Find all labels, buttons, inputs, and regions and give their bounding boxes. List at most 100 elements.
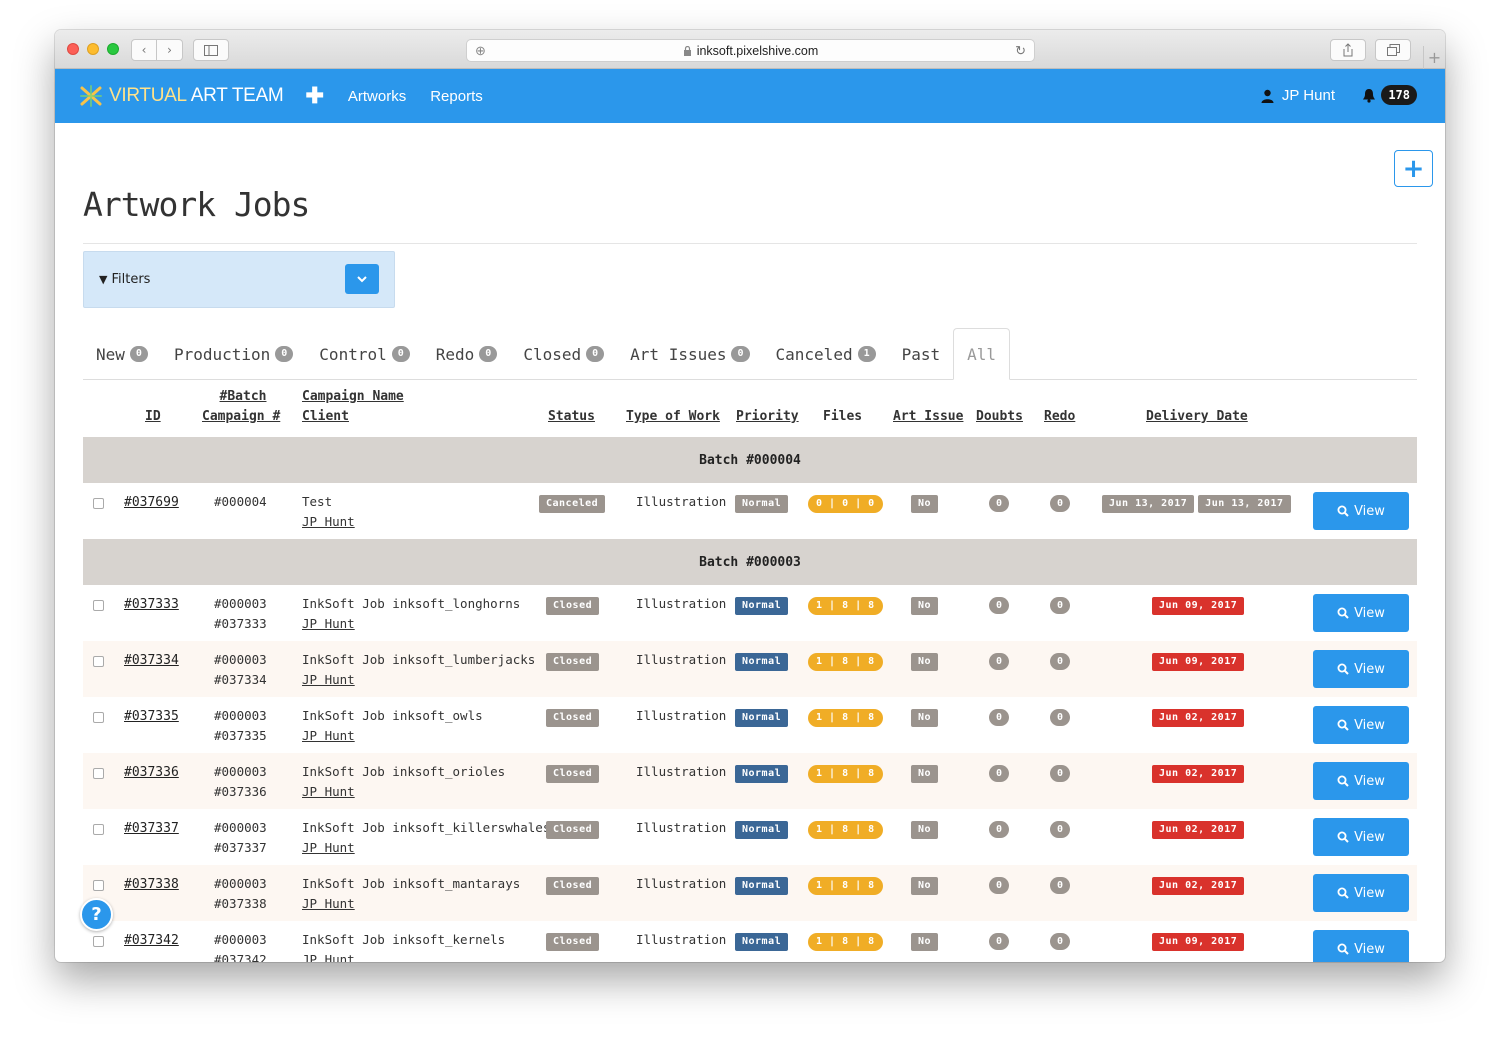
view-button-label: View (1354, 829, 1385, 845)
row-checkbox[interactable] (93, 936, 104, 947)
art-issue-cell: No (911, 650, 939, 671)
forward-button[interactable]: › (157, 39, 183, 61)
client-link[interactable]: JP Hunt (302, 726, 483, 746)
sidebar-toggle-button[interactable] (193, 39, 229, 61)
col-campaign-name[interactable]: Campaign Name (302, 387, 404, 407)
close-window-button[interactable] (67, 43, 79, 55)
row-checkbox[interactable] (93, 656, 104, 667)
view-button[interactable]: View (1313, 594, 1409, 632)
notification-count-badge: 178 (1381, 85, 1417, 105)
doubts-count: 0 (989, 821, 1009, 838)
row-checkbox[interactable] (93, 824, 104, 835)
user-menu[interactable]: JP Hunt (1261, 87, 1335, 104)
tab-count-badge: 1 (857, 346, 876, 362)
minimize-window-button[interactable] (87, 43, 99, 55)
row-checkbox[interactable] (93, 880, 104, 891)
status-badge: Canceled (539, 495, 606, 513)
col-status[interactable]: Status (548, 407, 595, 427)
tab-canceled[interactable]: Canceled 1 (763, 328, 889, 380)
filters-panel[interactable]: ▼ Filters (83, 251, 395, 308)
job-id-link[interactable]: #037337 (124, 821, 179, 836)
tab-closed[interactable]: Closed 0 (510, 328, 617, 380)
campaign-name: InkSoft Job inksoft_lumberjacks (302, 652, 536, 667)
job-id-link[interactable]: #037334 (124, 653, 179, 668)
help-button[interactable]: ? (80, 898, 113, 931)
col-campaign-number[interactable]: Campaign # (202, 407, 280, 427)
zoom-window-button[interactable] (107, 43, 119, 55)
tab-production[interactable]: Production 0 (161, 328, 306, 380)
job-id-link[interactable]: #037335 (124, 709, 179, 724)
client-link[interactable]: JP Hunt (302, 614, 520, 634)
client-link[interactable]: JP Hunt (302, 782, 505, 802)
art-issue-badge: No (911, 765, 939, 783)
share-button[interactable] (1330, 39, 1366, 61)
view-button[interactable]: View (1313, 874, 1409, 912)
add-job-button[interactable]: + (1394, 150, 1433, 187)
campaign-name: InkSoft Job inksoft_orioles (302, 764, 506, 779)
status-tabs: New 0 Production 0 Control 0 Redo 0 Closed 0 Art I… (83, 328, 1417, 380)
col-doubts[interactable]: Doubts (976, 407, 1023, 427)
col-priority[interactable]: Priority (736, 407, 799, 427)
delivery-date-badge: Jun 09, 2017 (1152, 933, 1245, 951)
view-button[interactable]: View (1313, 930, 1409, 962)
address-bar[interactable]: ⊕ inksoft.pixelshive.com ↻ (466, 39, 1035, 62)
tab-redo[interactable]: Redo 0 (423, 328, 511, 380)
new-tab-button[interactable]: + (1423, 46, 1445, 69)
type-of-work: Illustration (636, 652, 727, 667)
col-redo[interactable]: Redo (1044, 407, 1075, 427)
view-button[interactable]: View (1313, 706, 1409, 744)
priority-cell: Normal (735, 650, 789, 671)
col-type-of-work[interactable]: Type of Work (626, 407, 720, 427)
col-id[interactable]: ID (145, 407, 161, 427)
job-id-link[interactable]: #037699 (124, 495, 179, 510)
batch-number: #000003 (214, 708, 267, 723)
doubts-cell: 0 (989, 492, 1009, 512)
batch-cell: #000003 #037338 (214, 874, 267, 914)
show-tabs-button[interactable] (1375, 39, 1411, 61)
nav-link-artworks[interactable]: Artworks (348, 88, 406, 105)
files-count-pill: 0 | 0 | 0 (808, 495, 883, 513)
tab-control[interactable]: Control 0 (306, 328, 422, 380)
table-row: #037335 #000003 #037335 InkSoft Job inksoft… (83, 697, 1417, 753)
view-button-label: View (1354, 503, 1385, 519)
client-link[interactable]: JP Hunt (302, 512, 355, 532)
reload-icon[interactable]: ↻ (1015, 43, 1026, 59)
tab-new[interactable]: New 0 (83, 328, 161, 380)
tab-count-badge: 0 (391, 346, 410, 362)
view-button[interactable]: View (1313, 492, 1409, 530)
row-checkbox[interactable] (93, 712, 104, 723)
brand-logo[interactable]: VIRTUAL ART TEAM (79, 84, 284, 108)
bell-icon (1363, 88, 1376, 103)
job-id-link[interactable]: #037338 (124, 877, 179, 892)
delivery-date-cell: Jun 09, 2017 (1152, 650, 1245, 671)
back-button[interactable]: ‹ (131, 39, 157, 61)
notifications-button[interactable]: 178 (1362, 85, 1417, 105)
art-issue-cell: No (911, 594, 939, 615)
col-art-issue[interactable]: Art Issue (893, 407, 963, 427)
view-button[interactable]: View (1313, 818, 1409, 856)
client-link[interactable]: JP Hunt (302, 838, 550, 858)
reader-icon[interactable]: ⊕ (475, 43, 486, 59)
job-id-link[interactable]: #037336 (124, 765, 179, 780)
col-batch[interactable]: #Batch (202, 387, 284, 407)
row-checkbox[interactable] (93, 498, 104, 509)
col-delivery-date[interactable]: Delivery Date (1146, 407, 1248, 427)
job-id-link[interactable]: #037342 (124, 933, 179, 948)
filters-toggle-button[interactable] (345, 264, 379, 294)
row-checkbox[interactable] (93, 768, 104, 779)
client-link[interactable]: JP Hunt (302, 950, 505, 962)
row-checkbox[interactable] (93, 600, 104, 611)
view-button[interactable]: View (1313, 650, 1409, 688)
tab-past[interactable]: Past (889, 328, 954, 380)
view-button[interactable]: View (1313, 762, 1409, 800)
nav-link-reports[interactable]: Reports (430, 88, 483, 105)
col-client[interactable]: Client (302, 407, 349, 427)
client-link[interactable]: JP Hunt (302, 670, 535, 690)
redo-count: 0 (1050, 709, 1070, 726)
url-text: inksoft.pixelshive.com (696, 43, 819, 58)
client-link[interactable]: JP Hunt (302, 894, 520, 914)
quick-add-icon[interactable]: ✚ (305, 83, 323, 109)
job-id-link[interactable]: #037333 (124, 597, 179, 612)
tab-all[interactable]: All (953, 328, 1011, 380)
tab-art-issues[interactable]: Art Issues 0 (617, 328, 762, 380)
